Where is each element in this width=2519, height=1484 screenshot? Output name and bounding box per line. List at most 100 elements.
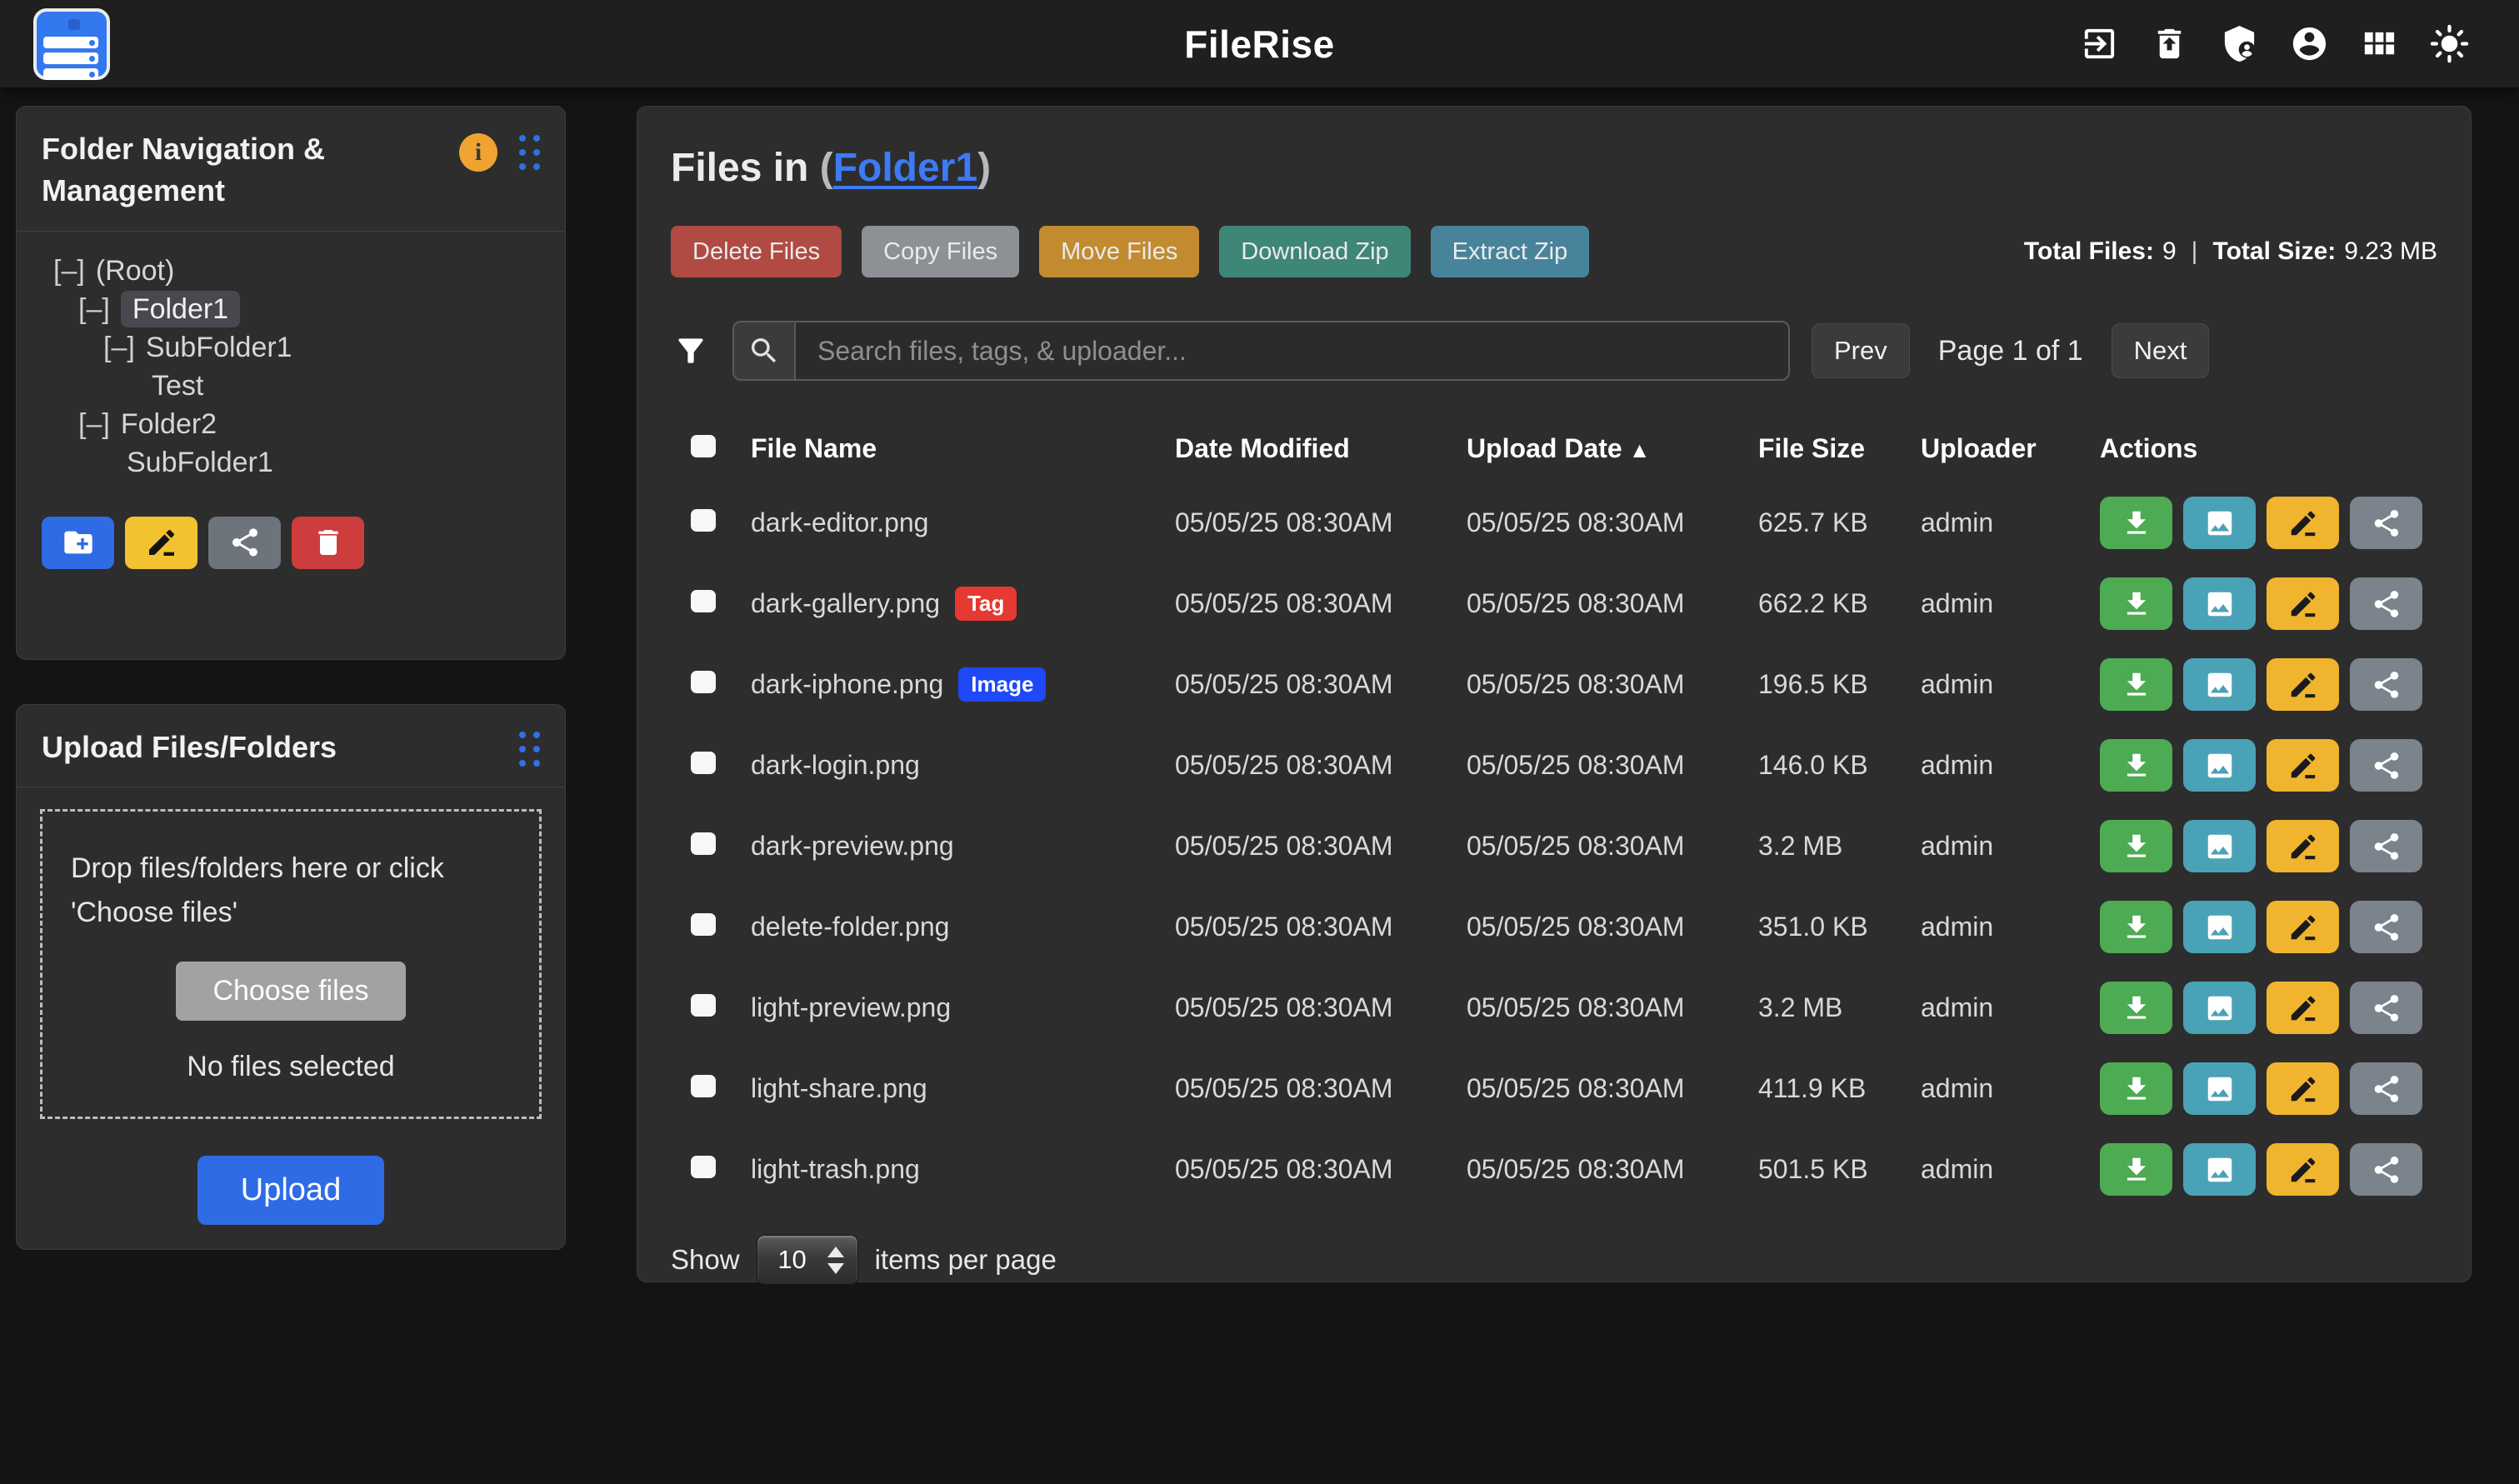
header-file-size[interactable]: File Size bbox=[1758, 433, 1921, 464]
share-file-button[interactable] bbox=[2350, 497, 2422, 549]
filter-button[interactable] bbox=[671, 331, 711, 371]
current-folder-link[interactable]: Folder1 bbox=[833, 146, 977, 190]
tree-folder-selected[interactable]: Folder1 bbox=[121, 291, 240, 327]
next-page-button[interactable]: Next bbox=[2112, 323, 2210, 378]
copy-files-button[interactable]: Copy Files bbox=[862, 226, 1019, 277]
file-name[interactable]: dark-gallery.png bbox=[751, 588, 940, 619]
share-file-button[interactable] bbox=[2350, 1062, 2422, 1115]
download-file-button[interactable] bbox=[2100, 982, 2172, 1034]
preview-file-button[interactable] bbox=[2183, 497, 2256, 549]
tree-folder-label[interactable]: SubFolder1 bbox=[146, 332, 292, 363]
info-icon[interactable]: i bbox=[459, 133, 497, 172]
move-files-button[interactable]: Move Files bbox=[1039, 226, 1199, 277]
drag-handle-icon[interactable] bbox=[519, 135, 540, 170]
items-per-page-select[interactable]: 10 bbox=[757, 1235, 858, 1285]
tree-item[interactable]: [–]SubFolder1 bbox=[42, 328, 540, 367]
edit-file-button[interactable] bbox=[2267, 820, 2339, 872]
tree-folder-label[interactable]: Folder2 bbox=[121, 408, 217, 440]
edit-file-button[interactable] bbox=[2267, 982, 2339, 1034]
tree-item[interactable]: Test bbox=[42, 367, 540, 405]
upload-button[interactable]: Upload bbox=[197, 1156, 384, 1225]
grid-view-button[interactable] bbox=[2359, 24, 2399, 64]
preview-file-button[interactable] bbox=[2183, 901, 2256, 953]
download-file-button[interactable] bbox=[2100, 901, 2172, 953]
tree-toggle[interactable]: [–] bbox=[78, 293, 110, 325]
edit-file-button[interactable] bbox=[2267, 497, 2339, 549]
trash-restore-button[interactable] bbox=[2149, 24, 2189, 64]
share-file-button[interactable] bbox=[2350, 901, 2422, 953]
preview-file-button[interactable] bbox=[2183, 739, 2256, 792]
edit-file-button[interactable] bbox=[2267, 901, 2339, 953]
app-logo[interactable] bbox=[33, 8, 110, 80]
search-input[interactable] bbox=[794, 321, 1790, 381]
upload-dropzone[interactable]: Drop files/folders here or click 'Choose… bbox=[40, 809, 542, 1118]
file-name[interactable]: light-share.png bbox=[751, 1073, 927, 1104]
logout-button[interactable] bbox=[2079, 24, 2119, 64]
preview-file-button[interactable] bbox=[2183, 577, 2256, 630]
tree-folder-label[interactable]: SubFolder1 bbox=[127, 447, 273, 478]
share-file-button[interactable] bbox=[2350, 820, 2422, 872]
delete-folder-button[interactable] bbox=[292, 517, 364, 569]
tree-toggle[interactable]: [–] bbox=[78, 408, 110, 440]
header-upload-date[interactable]: Upload Date▲ bbox=[1467, 433, 1758, 464]
header-file-name[interactable]: File Name bbox=[729, 433, 1175, 464]
download-file-button[interactable] bbox=[2100, 658, 2172, 711]
download-file-button[interactable] bbox=[2100, 1062, 2172, 1115]
choose-files-button[interactable]: Choose files bbox=[176, 962, 405, 1021]
edit-file-button[interactable] bbox=[2267, 577, 2339, 630]
preview-file-button[interactable] bbox=[2183, 1143, 2256, 1196]
share-file-button[interactable] bbox=[2350, 982, 2422, 1034]
download-file-button[interactable] bbox=[2100, 820, 2172, 872]
row-checkbox[interactable] bbox=[691, 590, 716, 612]
file-name[interactable]: dark-editor.png bbox=[751, 507, 928, 538]
edit-file-button[interactable] bbox=[2267, 1143, 2339, 1196]
header-uploader[interactable]: Uploader bbox=[1921, 433, 2100, 464]
tree-item[interactable]: SubFolder1 bbox=[42, 443, 540, 482]
download-file-button[interactable] bbox=[2100, 577, 2172, 630]
preview-file-button[interactable] bbox=[2183, 820, 2256, 872]
share-file-button[interactable] bbox=[2350, 577, 2422, 630]
file-name[interactable]: light-trash.png bbox=[751, 1154, 920, 1185]
file-name[interactable]: dark-iphone.png bbox=[751, 669, 943, 700]
row-checkbox[interactable] bbox=[691, 994, 716, 1017]
share-folder-button[interactable] bbox=[208, 517, 281, 569]
preview-file-button[interactable] bbox=[2183, 1062, 2256, 1115]
row-checkbox[interactable] bbox=[691, 1075, 716, 1097]
header-date-modified[interactable]: Date Modified bbox=[1175, 433, 1467, 464]
theme-toggle-button[interactable] bbox=[2429, 24, 2469, 64]
admin-panel-button[interactable] bbox=[2219, 24, 2259, 64]
create-folder-button[interactable] bbox=[42, 517, 114, 569]
preview-file-button[interactable] bbox=[2183, 982, 2256, 1034]
row-checkbox[interactable] bbox=[691, 671, 716, 693]
download-file-button[interactable] bbox=[2100, 739, 2172, 792]
tree-item[interactable]: [–] Folder1 bbox=[42, 290, 540, 328]
extract-zip-button[interactable]: Extract Zip bbox=[1431, 226, 1590, 277]
drag-handle-icon[interactable] bbox=[519, 732, 540, 767]
file-name[interactable]: light-preview.png bbox=[751, 992, 951, 1023]
edit-file-button[interactable] bbox=[2267, 658, 2339, 711]
select-all-checkbox[interactable] bbox=[691, 435, 716, 457]
delete-files-button[interactable]: Delete Files bbox=[671, 226, 842, 277]
row-checkbox[interactable] bbox=[691, 913, 716, 936]
row-checkbox[interactable] bbox=[691, 509, 716, 532]
row-checkbox[interactable] bbox=[691, 752, 716, 774]
download-file-button[interactable] bbox=[2100, 1143, 2172, 1196]
edit-file-button[interactable] bbox=[2267, 1062, 2339, 1115]
preview-file-button[interactable] bbox=[2183, 658, 2256, 711]
tree-item[interactable]: [–] Folder2 bbox=[42, 405, 540, 443]
file-name[interactable]: dark-preview.png bbox=[751, 831, 954, 862]
download-zip-button[interactable]: Download Zip bbox=[1219, 226, 1410, 277]
edit-file-button[interactable] bbox=[2267, 739, 2339, 792]
account-button[interactable] bbox=[2289, 24, 2329, 64]
share-file-button[interactable] bbox=[2350, 658, 2422, 711]
search-icon-box[interactable] bbox=[732, 321, 794, 381]
row-checkbox[interactable] bbox=[691, 1156, 716, 1178]
row-checkbox[interactable] bbox=[691, 832, 716, 855]
tree-folder-label[interactable]: Test bbox=[152, 370, 203, 402]
tree-item[interactable]: [–](Root) bbox=[42, 252, 540, 290]
file-name[interactable]: delete-folder.png bbox=[751, 912, 949, 942]
rename-folder-button[interactable] bbox=[125, 517, 197, 569]
download-file-button[interactable] bbox=[2100, 497, 2172, 549]
share-file-button[interactable] bbox=[2350, 739, 2422, 792]
prev-page-button[interactable]: Prev bbox=[1812, 323, 1910, 378]
